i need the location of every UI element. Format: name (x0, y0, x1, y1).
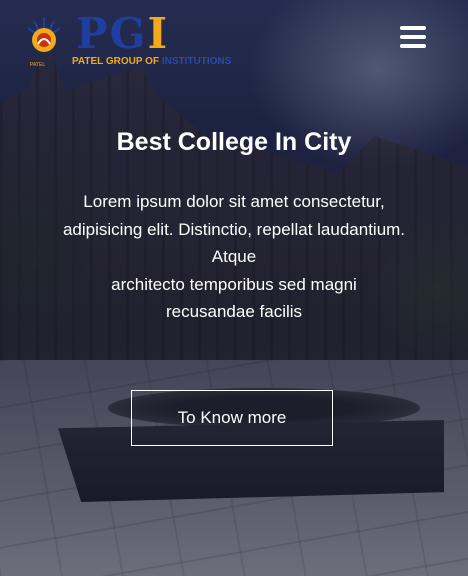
logo-subtitle: PATEL GROUP OF INSTITUTIONS (72, 56, 232, 67)
hamburger-menu-icon[interactable] (400, 26, 428, 50)
site-logo[interactable]: PGI PATEL GROUP OF INSTITUTIONS PATEL (24, 9, 231, 72)
hero-description: Lorem ipsum dolor sit amet consectetur, … (62, 192, 406, 321)
hero-title: Best College In City (116, 128, 352, 156)
hero-content: PGI PATEL GROUP OF INSTITUTIONS PATEL Be… (0, 0, 468, 576)
logo-emblem-text: PATEL (30, 62, 46, 68)
logo-emblem-icon (27, 18, 61, 52)
know-more-button[interactable]: To Know more (131, 390, 333, 446)
logo-letters: PGI (76, 9, 170, 58)
hero-section: PGI PATEL GROUP OF INSTITUTIONS PATEL Be… (0, 0, 468, 576)
